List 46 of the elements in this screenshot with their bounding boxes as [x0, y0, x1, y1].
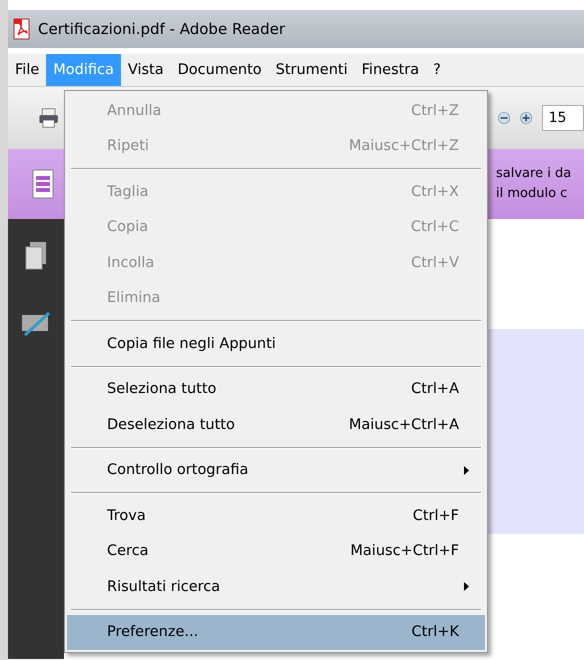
menu-item-label: Taglia: [107, 184, 150, 200]
shortcut-text: Ctrl+V: [411, 254, 459, 271]
menu-bar-item[interactable]: Vista: [120, 54, 171, 86]
menu-item-label: Incolla: [107, 254, 156, 271]
pdf-file-icon: [12, 18, 32, 40]
shortcut-text: Maiusc+Ctrl+Z: [348, 138, 459, 154]
form-icon: [32, 169, 54, 199]
menu-item-label: Ripeti: [107, 138, 150, 154]
shortcut-text: Ctrl+A: [411, 381, 459, 398]
shortcut-text: Ctrl+C: [410, 219, 459, 236]
menu-item[interactable]: Controllo ortografia: [67, 452, 485, 488]
shortcut-text: Ctrl+Z: [411, 102, 459, 119]
menu-item-label: Copia file negli Appunti: [107, 336, 277, 352]
signature-icon[interactable]: [21, 309, 51, 337]
menu-bar-item[interactable]: Documento: [170, 54, 269, 86]
menu-item-label: Preferenze...: [107, 624, 200, 640]
menu-item[interactable]: Preferenze... Ctrl+K: [67, 614, 485, 650]
shortcut-text: Ctrl+F: [412, 508, 459, 524]
menu-item-label: Seleziona tutto: [107, 381, 218, 398]
menu-item-label: Annulla: [107, 102, 162, 119]
zoom-field[interactable]: 15: [542, 105, 584, 131]
menu-item[interactable]: Deseleziona tutto Maiusc+Ctrl+A: [67, 407, 485, 442]
menu-item-label: Elimina: [107, 290, 162, 306]
pages-icon[interactable]: [24, 241, 48, 271]
menu-item[interactable]: Cerca Maiusc+Ctrl+F: [67, 534, 485, 569]
notice-text: salvare i da: [496, 165, 572, 183]
shortcut-text: Ctrl+K: [412, 624, 459, 640]
shortcut-text: Maiusc+Ctrl+F: [350, 543, 459, 560]
shortcut-text: Ctrl+X: [411, 184, 459, 200]
menu-item[interactable]: Copia file negli Appunti: [67, 326, 485, 362]
menu-item-label: Cerca: [107, 543, 150, 560]
menu-item-label: Copia: [107, 219, 150, 236]
menu-item[interactable]: Seleziona tutto Ctrl+A: [67, 372, 485, 407]
menu-item-label: Trova: [107, 508, 147, 524]
menu-item-label: Deseleziona tutto: [107, 416, 236, 433]
menu-item-label: Risultati ricerca: [107, 578, 222, 595]
menu-item[interactable]: Risultati ricerca: [67, 569, 485, 604]
menu-bar-item[interactable]: Finestra: [354, 54, 426, 86]
menu-item-label: Controllo ortografia: [107, 462, 250, 478]
menu-item[interactable]: Trova Ctrl+F: [67, 498, 485, 534]
window-title: Certificazioni.pdf - Adobe Reader: [38, 20, 286, 38]
menu-bar-item[interactable]: File: [8, 54, 46, 86]
shortcut-text: Maiusc+Ctrl+A: [348, 416, 459, 433]
notice-text: il modulo c: [496, 185, 568, 203]
menu-bar-item[interactable]: ?: [426, 54, 448, 86]
menu-bar-item[interactable]: Strumenti: [268, 54, 355, 86]
